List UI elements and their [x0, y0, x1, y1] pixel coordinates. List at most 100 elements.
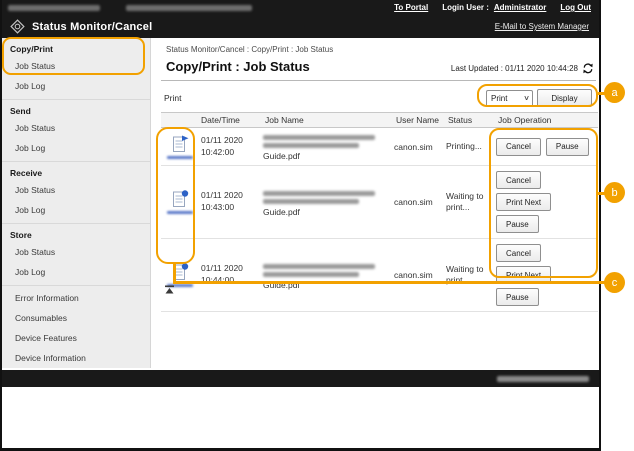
sidebar-header-receive: Receive — [2, 164, 150, 180]
job-name-visible: Guide.pdf — [263, 151, 386, 161]
remote-ui-window: To Portal Login User : Administrator Log… — [0, 0, 601, 451]
job-user-name: canon.sim — [394, 197, 446, 207]
annotated-screenshot: To Portal Login User : Administrator Log… — [0, 0, 634, 451]
job-date: 01/11 2020 — [201, 190, 263, 202]
job-time: 10:43:00 — [201, 202, 263, 214]
sidebar-section-copy-print: Copy/Print Job Status Job Log — [2, 38, 150, 100]
pause-button[interactable]: Pause — [546, 138, 589, 156]
job-type-select-value: Print — [491, 94, 507, 103]
last-updated: Last Updated : 01/11 2020 10:44:28 — [451, 63, 594, 74]
main-content: Status Monitor/Cancel : Copy/Print : Job… — [151, 38, 599, 368]
redacted-job-name-line — [263, 272, 359, 277]
sidebar-item-copyprint-job-status[interactable]: Job Status — [2, 56, 150, 76]
sidebar-section-store: Store Job Status Job Log — [2, 224, 150, 286]
job-operations: Cancel Pause — [496, 138, 598, 156]
breadcrumb: Status Monitor/Cancel : Copy/Print : Job… — [166, 45, 599, 54]
job-operations: Cancel Print Next Pause — [496, 170, 598, 234]
callout-badge-c: c — [604, 272, 625, 293]
redacted-job-name-line — [263, 199, 359, 204]
chevron-down-icon: ∨ — [523, 94, 530, 102]
job-date-time: 01/11 2020 10:42:00 — [199, 135, 263, 159]
job-name-visible: Guide.pdf — [263, 280, 386, 290]
job-name-visible: Guide.pdf — [263, 207, 386, 217]
login-user-name-link[interactable]: Administrator — [494, 3, 546, 12]
print-next-button[interactable]: Print Next — [496, 266, 551, 284]
sidebar-header-store: Store — [2, 226, 150, 242]
sidebar-item-send-job-status[interactable]: Job Status — [2, 118, 150, 138]
job-date-time: 01/11 2020 10:44:00 — [199, 263, 263, 287]
job-user-name: canon.sim — [394, 142, 446, 152]
job-user-name: canon.sim — [394, 270, 446, 280]
to-portal-link[interactable]: To Portal — [394, 3, 428, 12]
col-user-name: User Name — [394, 115, 446, 125]
cancel-button[interactable]: Cancel — [496, 138, 541, 156]
sidebar-item-send-job-log[interactable]: Job Log — [2, 138, 150, 158]
job-status-text: Waiting to print... — [446, 264, 496, 287]
redacted-copyright-text — [497, 376, 589, 382]
job-status-text: Printing... — [446, 141, 496, 152]
sidebar-item-device-features[interactable]: Device Features — [2, 328, 150, 348]
job-time: 10:42:00 — [201, 147, 263, 159]
page-app-title: Status Monitor/Cancel — [32, 21, 152, 33]
back-to-top-icon[interactable] — [164, 285, 175, 294]
sidebar-section-receive: Receive Job Status Job Log — [2, 162, 150, 224]
job-type-select[interactable]: Print ∨ — [486, 90, 533, 107]
refresh-icon[interactable] — [582, 63, 594, 74]
job-name-cell: Guide.pdf — [263, 188, 394, 217]
redacted-job-link — [167, 156, 193, 159]
col-job-name: Job Name — [263, 115, 394, 125]
redacted-device-name — [8, 5, 100, 11]
job-time: 10:44:00 — [201, 275, 263, 287]
sidebar-item-copyprint-job-log[interactable]: Job Log — [2, 76, 150, 96]
redacted-model-links — [126, 5, 252, 11]
sidebar-item-device-information[interactable]: Device Information — [2, 348, 150, 368]
col-date-time: Date/Time — [199, 115, 263, 125]
redacted-job-name-line — [263, 143, 359, 148]
email-system-manager-link[interactable]: E-Mail to System Manager — [495, 22, 589, 31]
login-user-label: Login User : — [442, 3, 489, 12]
job-name-cell: Guide.pdf — [263, 132, 394, 161]
pause-button[interactable]: Pause — [496, 288, 539, 306]
log-out-link[interactable]: Log Out — [560, 3, 591, 12]
redacted-job-name-line — [263, 191, 375, 196]
cancel-button[interactable]: Cancel — [496, 171, 541, 189]
app-titlebar: Status Monitor/Cancel E-Mail to System M… — [2, 15, 599, 38]
waiting-job-icon[interactable] — [165, 263, 195, 287]
table-header-row: Date/Time Job Name User Name Status Job … — [161, 112, 598, 128]
waiting-job-icon[interactable] — [165, 190, 195, 214]
sidebar-item-store-job-log[interactable]: Job Log — [2, 262, 150, 282]
title-row: Copy/Print : Job Status Last Updated : 0… — [161, 59, 596, 81]
col-job-operation: Job Operation — [496, 115, 598, 125]
sidebar-section-send: Send Job Status Job Log — [2, 100, 150, 162]
print-next-button[interactable]: Print Next — [496, 193, 551, 211]
table-row: 01/11 2020 10:42:00 Guide.pdf canon.sim … — [161, 128, 598, 166]
job-date-time: 01/11 2020 10:43:00 — [199, 190, 263, 214]
printing-job-icon[interactable] — [165, 135, 195, 159]
footer-bar — [2, 370, 599, 387]
job-status-text: Waiting to print... — [446, 191, 496, 214]
browser-topbar: To Portal Login User : Administrator Log… — [2, 0, 599, 15]
pause-button[interactable]: Pause — [496, 215, 539, 233]
redacted-job-link — [167, 211, 193, 214]
sidebar-item-receive-job-log[interactable]: Job Log — [2, 200, 150, 220]
cancel-button[interactable]: Cancel — [496, 244, 541, 262]
sidebar-item-consumables[interactable]: Consumables — [2, 308, 150, 328]
sidebar-menu: Copy/Print Job Status Job Log Send Job S… — [2, 38, 151, 368]
sidebar-item-store-job-status[interactable]: Job Status — [2, 242, 150, 262]
table-row: 01/11 2020 10:44:00 Guide.pdf canon.sim … — [161, 239, 598, 312]
job-name-cell: Guide.pdf — [263, 261, 394, 290]
table-row: 01/11 2020 10:43:00 Guide.pdf canon.sim … — [161, 166, 598, 239]
redacted-job-name-line — [263, 135, 375, 140]
last-updated-text: Last Updated : 01/11 2020 10:44:28 — [451, 64, 578, 73]
display-button[interactable]: Display — [537, 89, 592, 107]
page-title: Copy/Print : Job Status — [166, 59, 310, 74]
sidebar-header-copy-print: Copy/Print — [2, 40, 150, 56]
job-type-selector-group: Print ∨ Display — [486, 89, 592, 107]
body-row: Copy/Print Job Status Job Log Send Job S… — [2, 38, 599, 368]
job-type-controls: Print Print ∨ Display — [161, 89, 596, 107]
remote-ui-logo-icon — [10, 19, 25, 34]
job-type-label: Print — [161, 93, 181, 103]
sidebar-item-error-information[interactable]: Error Information — [2, 288, 150, 308]
sidebar-item-receive-job-status[interactable]: Job Status — [2, 180, 150, 200]
redacted-job-name-line — [263, 264, 375, 269]
